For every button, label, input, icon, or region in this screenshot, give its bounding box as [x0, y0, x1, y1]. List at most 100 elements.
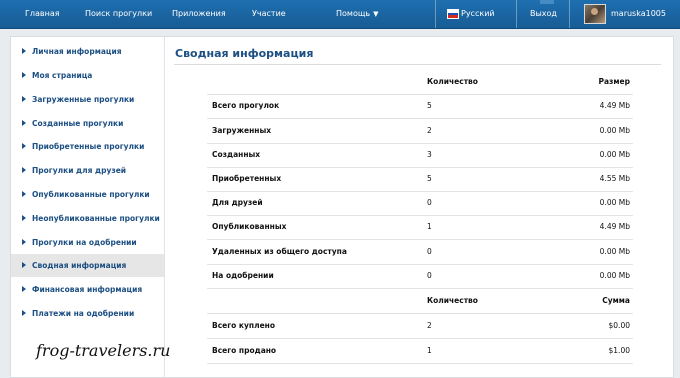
row-label: Приобретенных	[212, 174, 282, 183]
sidebar-item-label: Загруженные прогулки	[32, 95, 135, 104]
table-row: Всего прогулок 5 4.49 Mb	[207, 94, 633, 119]
header-amount: Сумма	[602, 296, 630, 305]
table-row: Всего продано 1 $1.00	[207, 339, 633, 364]
watermark-text: frog-travelers.ru	[36, 341, 171, 360]
sidebar-item-uploaded-walks[interactable]: Загруженные прогулки	[11, 88, 164, 111]
row-label: Удаленных из общего доступа	[212, 247, 347, 256]
logout-link[interactable]: Выход	[530, 9, 557, 19]
triangle-right-icon	[22, 72, 26, 78]
table-row: Опубликованных 1 4.49 Mb	[207, 215, 633, 240]
sidebar-menu: Личная информация Моя страница Загруженн…	[11, 37, 165, 377]
sidebar-item-friends-walks[interactable]: Прогулки для друзей	[11, 159, 164, 182]
sidebar-item-summary[interactable]: Сводная информация	[11, 254, 164, 277]
nav-help-dropdown[interactable]: Помощь ▼	[336, 9, 378, 19]
row-quantity: 0	[427, 247, 432, 256]
table-row: Удаленных из общего доступа 0 0.00 Mb	[207, 240, 633, 265]
row-amount: $1.00	[608, 346, 630, 355]
row-quantity: 0	[427, 198, 432, 207]
row-quantity: 3	[427, 150, 432, 159]
sidebar-item-unpublished-walks[interactable]: Неопубликованные прогулки	[11, 207, 164, 230]
user-avatar[interactable]	[584, 4, 606, 24]
row-quantity: 1	[427, 346, 432, 355]
row-size: 4.55 Mb	[599, 174, 630, 183]
row-quantity: 5	[427, 174, 432, 183]
row-label: Для друзей	[212, 198, 263, 207]
sidebar-item-financial-info[interactable]: Финансовая информация	[11, 278, 164, 301]
page-title: Сводная информация	[175, 47, 314, 60]
sidebar-item-label: Опубликованные прогулки	[32, 190, 150, 199]
russia-flag-icon	[447, 9, 459, 19]
nav-home[interactable]: Главная	[25, 9, 60, 19]
nav-divider	[569, 0, 570, 28]
table-row: Созданных 3 0.00 Mb	[207, 143, 633, 168]
chevron-down-icon: ▼	[373, 10, 379, 18]
row-size: 0.00 Mb	[599, 126, 630, 135]
sidebar-item-label: Прогулки для друзей	[32, 166, 127, 175]
row-size: 0.00 Mb	[599, 198, 630, 207]
row-quantity: 0	[427, 271, 432, 280]
row-size: 0.00 Mb	[599, 271, 630, 280]
language-selector[interactable]: Русский	[461, 9, 495, 19]
content-panel: Личная информация Моя страница Загруженн…	[10, 36, 674, 378]
triangle-right-icon	[22, 262, 26, 268]
sidebar-item-created-walks[interactable]: Созданные прогулки	[11, 112, 164, 135]
sidebar-item-published-walks[interactable]: Опубликованные прогулки	[11, 183, 164, 206]
sidebar-item-label: Созданные прогулки	[32, 119, 124, 128]
nav-participation[interactable]: Участие	[252, 9, 286, 19]
nav-help-label: Помощь	[336, 9, 371, 18]
title-divider	[174, 64, 661, 65]
sidebar-item-label: Личная информация	[32, 47, 122, 56]
triangle-right-icon	[22, 239, 26, 245]
sidebar-item-label: Прогулки на одобрении	[32, 238, 137, 247]
row-quantity: 5	[427, 101, 432, 110]
nav-apps[interactable]: Приложения	[172, 9, 226, 19]
table-row: Для друзей 0 0.00 Mb	[207, 191, 633, 216]
triangle-right-icon	[22, 96, 26, 102]
top-navigation-bar: Главная Поиск прогулки Приложения Участи…	[0, 0, 680, 29]
username-link[interactable]: maruska1005	[611, 9, 666, 19]
sidebar-item-my-page[interactable]: Моя страница	[11, 64, 164, 87]
row-label: Всего прогулок	[212, 101, 280, 110]
row-label: Созданных	[212, 150, 261, 159]
nav-divider	[435, 0, 436, 28]
sidebar-item-pending-payments[interactable]: Платежи на одобрении	[11, 302, 164, 325]
row-label: На одобрении	[212, 271, 274, 280]
row-size: 0.00 Mb	[599, 247, 630, 256]
sidebar-item-label: Приобретенные прогулки	[32, 142, 145, 151]
row-label: Всего куплено	[212, 321, 276, 330]
triangle-right-icon	[22, 215, 26, 221]
row-label: Загруженных	[212, 126, 272, 135]
summary-section: Сводная информация Количество Размер Все…	[174, 37, 669, 377]
triangle-right-icon	[22, 310, 26, 316]
triangle-right-icon	[22, 191, 26, 197]
header-quantity: Количество	[427, 296, 478, 305]
triangle-right-icon	[22, 120, 26, 126]
row-quantity: 2	[427, 126, 432, 135]
row-quantity: 2	[427, 321, 432, 330]
table-header-row: Количество Сумма	[207, 289, 633, 314]
triangle-right-icon	[22, 143, 26, 149]
sidebar-item-label: Моя страница	[32, 71, 93, 80]
sidebar-item-label: Платежи на одобрении	[32, 309, 135, 318]
nav-search[interactable]: Поиск прогулки	[85, 9, 152, 19]
table-row: На одобрении 0 0.00 Mb	[207, 264, 633, 289]
sidebar-item-purchased-walks[interactable]: Приобретенные прогулки	[11, 135, 164, 158]
sidebar-item-label: Неопубликованные прогулки	[32, 214, 160, 223]
table-row: Загруженных 2 0.00 Mb	[207, 119, 633, 144]
sidebar-item-label: Сводная информация	[32, 261, 127, 270]
nav-divider	[516, 0, 517, 28]
header-size: Размер	[598, 77, 630, 86]
sidebar-item-pending-walks[interactable]: Прогулки на одобрении	[11, 231, 164, 254]
table-row: Приобретенных 5 4.55 Mb	[207, 167, 633, 192]
row-amount: $0.00	[608, 321, 630, 330]
header-quantity: Количество	[427, 77, 478, 86]
triangle-right-icon	[22, 167, 26, 173]
row-label: Всего продано	[212, 346, 277, 355]
triangle-right-icon	[22, 286, 26, 292]
decorative-strip	[540, 0, 554, 4]
sidebar-item-label: Финансовая информация	[32, 285, 143, 294]
table-header-row: Количество Размер	[207, 70, 633, 95]
table-row: Всего куплено 2 $0.00	[207, 314, 633, 339]
triangle-right-icon	[22, 48, 26, 54]
sidebar-item-personal-info[interactable]: Личная информация	[11, 40, 164, 63]
